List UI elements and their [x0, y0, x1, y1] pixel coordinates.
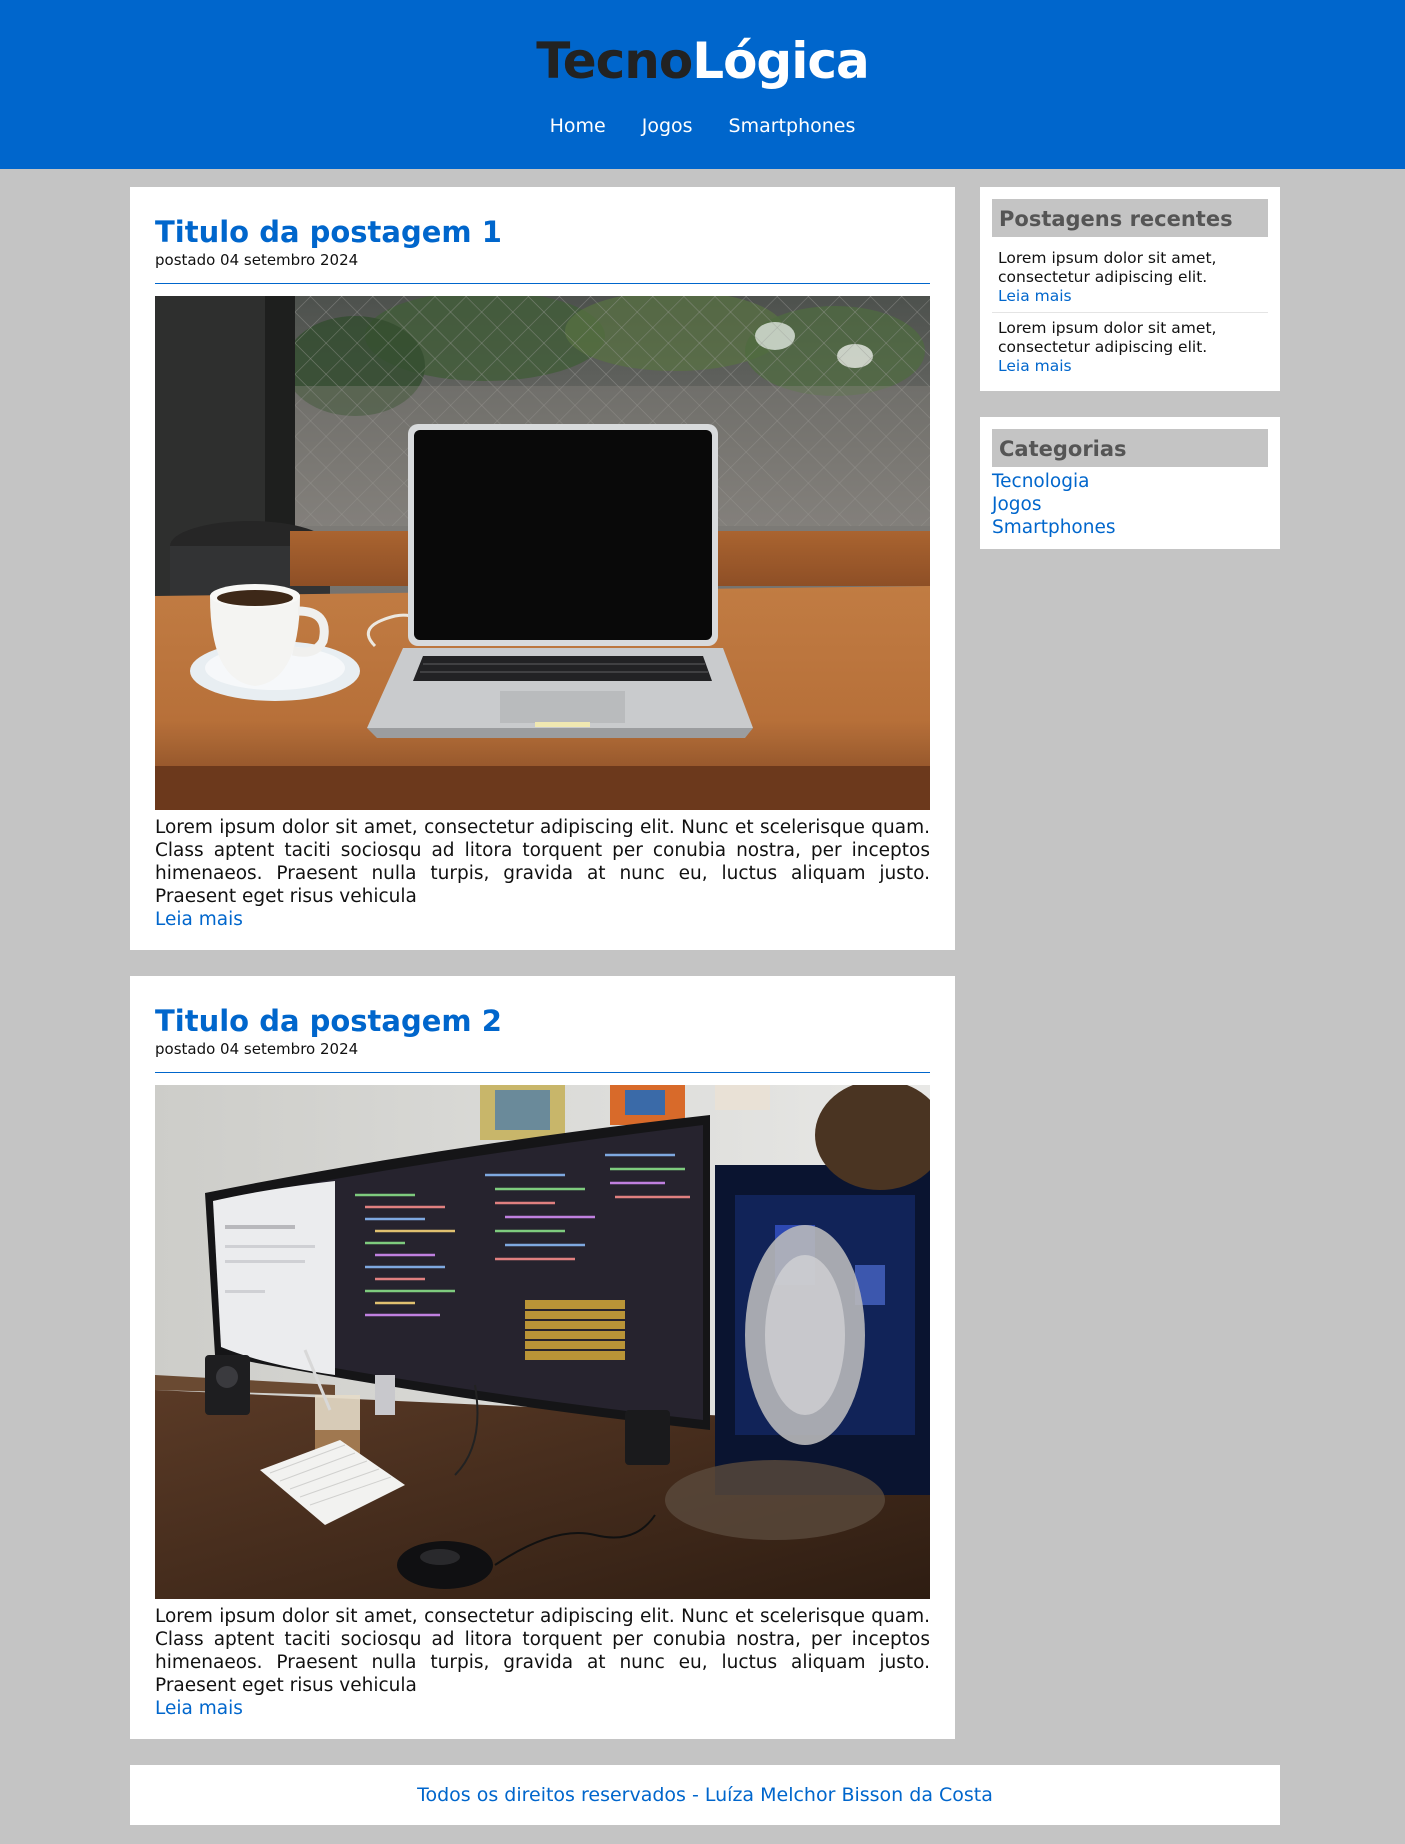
nav-home[interactable]: Home — [550, 114, 606, 138]
category-smartphones[interactable]: Smartphones — [992, 516, 1268, 539]
post-card: Titulo da postagem 2 postado 04 setembro… — [130, 976, 955, 1739]
post-image-desk-setup — [155, 1085, 930, 1599]
main-nav: Home Jogos Smartphones — [0, 114, 1405, 138]
post-excerpt: Lorem ipsum dolor sit amet, consectetur … — [155, 1606, 930, 1696]
post-date: postado 04 setembro 2024 — [155, 251, 930, 284]
post-title[interactable]: Titulo da postagem 2 — [155, 976, 930, 1039]
post-excerpt: Lorem ipsum dolor sit amet, consectetur … — [155, 817, 930, 907]
recent-post-read-more[interactable]: Leia mais — [998, 357, 1262, 376]
read-more-link[interactable]: Leia mais — [155, 1697, 930, 1720]
post-card: Titulo da postagem 1 postado 04 setembro… — [130, 187, 955, 950]
recent-post-item: Lorem ipsum dolor sit amet, consectetur … — [992, 237, 1268, 312]
recent-post-text: Lorem ipsum dolor sit amet, consectetur … — [998, 319, 1217, 356]
read-more-link[interactable]: Leia mais — [155, 908, 930, 931]
categories-widget: Categorias Tecnologia Jogos Smartphones — [980, 417, 1280, 549]
post-image-laptop — [155, 296, 930, 810]
footer-text: Todos os direitos reservados - Luíza Mel… — [417, 1784, 993, 1806]
widget-title: Categorias — [992, 429, 1268, 467]
category-jogos[interactable]: Jogos — [992, 493, 1268, 516]
site-header: TecnoLógica Home Jogos Smartphones — [0, 0, 1405, 169]
site-logo[interactable]: TecnoLógica — [0, 30, 1405, 92]
widget-title: Postagens recentes — [992, 199, 1268, 237]
nav-jogos[interactable]: Jogos — [642, 114, 693, 138]
site-footer: Todos os direitos reservados - Luíza Mel… — [130, 1765, 1280, 1825]
brand-part-2: Lógica — [692, 32, 870, 90]
category-tecnologia[interactable]: Tecnologia — [992, 470, 1268, 493]
recent-post-item: Lorem ipsum dolor sit amet, consectetur … — [992, 312, 1268, 382]
post-title[interactable]: Titulo da postagem 1 — [155, 187, 930, 250]
recent-posts-widget: Postagens recentes Lorem ipsum dolor sit… — [980, 187, 1280, 391]
post-date: postado 04 setembro 2024 — [155, 1040, 930, 1073]
recent-post-text: Lorem ipsum dolor sit amet, consectetur … — [998, 249, 1217, 286]
category-list: Tecnologia Jogos Smartphones — [992, 467, 1268, 539]
nav-smartphones[interactable]: Smartphones — [729, 114, 856, 138]
brand-part-1: Tecno — [536, 32, 693, 90]
recent-post-read-more[interactable]: Leia mais — [998, 287, 1262, 306]
